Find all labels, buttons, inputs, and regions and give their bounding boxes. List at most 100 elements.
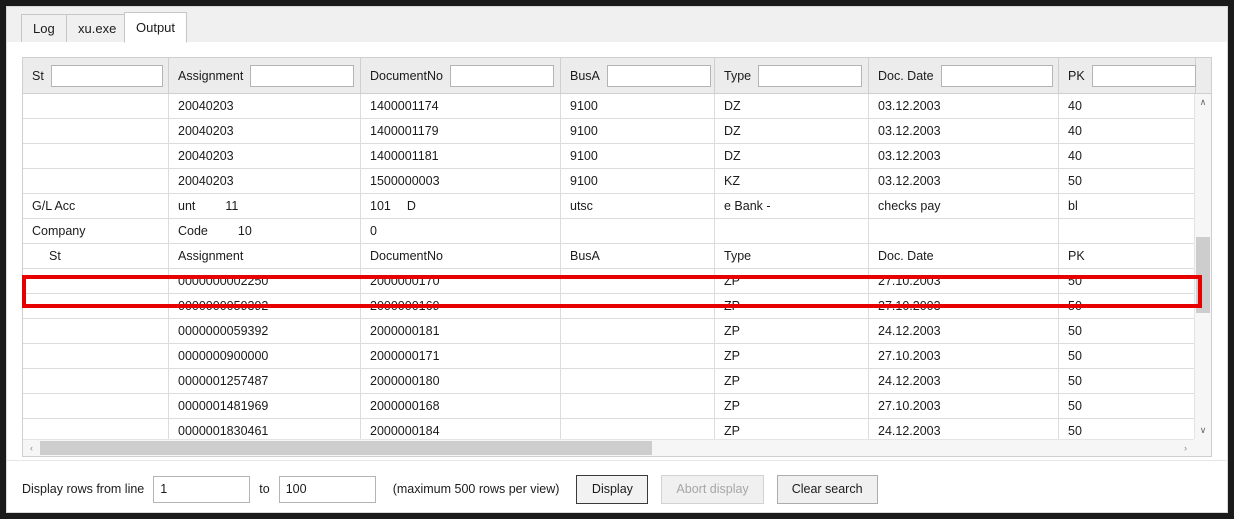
cell-text-assignment: 20040203 [178, 124, 234, 138]
cell-pk: 50 [1059, 169, 1196, 193]
cell-text-type: ZP [724, 349, 740, 363]
table-row[interactable]: 0000001257487 2000000180 ZP 24.12.2003 50 [23, 369, 1211, 394]
cell-text-assignment: 20040203 [178, 149, 234, 163]
cell-text-assignment-extra: 11 [225, 199, 239, 213]
vertical-scroll-thumb[interactable] [1196, 237, 1210, 313]
scroll-right-icon[interactable]: › [1177, 440, 1194, 456]
filter-input-pk[interactable] [1091, 64, 1196, 87]
filter-input-st[interactable] [50, 64, 163, 87]
cell-text-docdate: 03.12.2003 [878, 174, 941, 188]
cell-docdate: 27.10.2003 [869, 294, 1059, 318]
clear-search-button[interactable]: Clear search [776, 474, 878, 504]
cell-type: KZ [715, 169, 869, 193]
table-row[interactable]: 0000000900000 2000000171 ZP 27.10.2003 50 [23, 344, 1211, 369]
filter-input-type[interactable] [758, 64, 863, 87]
cell-docdate: Doc. Date [869, 244, 1059, 268]
grid-filter-row: St Assignment DocumentNo BusA Type Doc. Date P… [23, 58, 1211, 94]
tab-xu-exe[interactable]: xu.exe [66, 14, 129, 43]
cell-type: ZP [715, 294, 869, 318]
cell-busa [561, 369, 715, 393]
filter-input-assignment[interactable] [250, 64, 355, 87]
table-row[interactable]: G/L Acc unt 11 101 Dutsc e Bank - checks pay bl [23, 194, 1211, 219]
table-row[interactable]: 0000000002250 2000000170 ZP 27.10.2003 50 [23, 269, 1211, 294]
scrollbar-corner [1194, 439, 1211, 456]
cell-text-documentno-extra: D [406, 199, 416, 213]
scroll-right-glyph: › [1184, 443, 1187, 453]
cell-pk: 40 [1059, 119, 1196, 143]
cell-docdate: 03.12.2003 [869, 119, 1059, 143]
cell-text-pk: 50 [1068, 299, 1082, 313]
display-button[interactable]: Display [576, 474, 649, 504]
tab-output-label: Output [136, 20, 176, 35]
application-window: Log xu.exe Output St Assignment DocumentNo… [6, 6, 1228, 513]
cell-busa: 9100 [561, 94, 715, 118]
table-row[interactable]: 20040203 1400001179 9100 DZ 03.12.2003 40 [23, 119, 1211, 144]
cell-text-documentno: 1500000003 [370, 174, 440, 188]
cell-st: G/L Acc [23, 194, 169, 218]
cell-text-documentno: 101 [370, 199, 391, 213]
cell-assignment: 0000000059392 [169, 319, 361, 343]
cell-documentno: 1400001174 [361, 94, 561, 118]
cell-pk: 50 [1059, 344, 1196, 368]
cell-type: ZP [715, 369, 869, 393]
cell-assignment: 20040203 [169, 144, 361, 168]
cell-busa [561, 394, 715, 418]
from-line-input[interactable] [153, 475, 251, 503]
cell-type [715, 219, 869, 243]
cell-text-assignment: Code [178, 224, 208, 238]
cell-text-docdate: Doc. Date [878, 249, 934, 263]
filter-input-busa[interactable] [606, 64, 711, 87]
scroll-down-icon[interactable]: ∨ [1195, 422, 1211, 439]
grid-header-row[interactable]: St Assignment DocumentNo BusA Type Doc. Date P… [23, 244, 1211, 269]
cell-docdate: 27.10.2003 [869, 394, 1059, 418]
table-row[interactable]: 20040203 1400001181 9100 DZ 03.12.2003 40 [23, 144, 1211, 169]
table-row[interactable]: Company Code 10 0 [23, 219, 1211, 244]
cell-text-st: Company [32, 224, 86, 238]
cell-text-assignment-extra: 10 [237, 224, 252, 238]
horizontal-scroll-thumb[interactable] [40, 441, 652, 455]
table-row[interactable]: 0000000059392 2000000169 ZP 27.10.2003 50 [23, 294, 1211, 319]
cell-type: ZP [715, 394, 869, 418]
tab-log-label: Log [33, 21, 55, 36]
cell-st [23, 294, 169, 318]
table-row[interactable]: 20040203 1500000003 9100 KZ 03.12.2003 50 [23, 169, 1211, 194]
to-line-input[interactable] [278, 475, 376, 503]
scroll-left-glyph: ‹ [30, 443, 33, 453]
cell-text-assignment: 0000000002250 [178, 274, 269, 288]
cell-text-pk: 40 [1068, 124, 1082, 138]
tab-log[interactable]: Log [21, 14, 67, 43]
table-row[interactable]: 0000001481969 2000000168 ZP 27.10.2003 50 [23, 394, 1211, 419]
cell-text-pk: 50 [1068, 374, 1082, 388]
cell-text-docdate: checks pay [878, 199, 941, 213]
cell-st [23, 394, 169, 418]
cell-text-docdate: 24.12.2003 [878, 424, 941, 438]
cell-text-assignment: 0000000059392 [178, 299, 269, 313]
cell-documentno: 2000000171 [361, 344, 561, 368]
scroll-down-glyph: ∨ [1199, 425, 1207, 435]
cell-documentno: 0 [361, 219, 561, 243]
cell-text-documentno: 2000000170 [370, 274, 440, 288]
cell-text-docdate: 27.10.2003 [878, 399, 941, 413]
cell-busa: 9100 [561, 169, 715, 193]
scroll-up-icon[interactable]: ∧ [1195, 94, 1211, 111]
filter-input-documentno[interactable] [449, 64, 554, 87]
cell-pk: 40 [1059, 94, 1196, 118]
filter-input-docdate[interactable] [940, 64, 1053, 87]
cell-assignment: unt 11 [169, 194, 361, 218]
cell-text-assignment: 0000001257487 [178, 374, 269, 388]
scroll-left-icon[interactable]: ‹ [23, 440, 40, 456]
cell-text-documentno: 2000000168 [370, 399, 440, 413]
table-row[interactable]: 0000000059392 2000000181 ZP 24.12.2003 50 [23, 319, 1211, 344]
cell-type: ZP [715, 319, 869, 343]
vertical-scrollbar[interactable]: ∧ ∨ [1194, 94, 1211, 439]
cell-pk: 50 [1059, 294, 1196, 318]
cell-text-documentno: 0 [370, 224, 377, 238]
cell-type: ZP [715, 269, 869, 293]
horizontal-scrollbar[interactable]: ‹ › [23, 439, 1194, 456]
table-row[interactable]: 20040203 1400001174 9100 DZ 03.12.2003 40 [23, 94, 1211, 119]
cell-text-type: DZ [724, 99, 741, 113]
tab-output[interactable]: Output [124, 12, 188, 43]
cell-docdate: 27.10.2003 [869, 344, 1059, 368]
tab-xu-exe-label: xu.exe [78, 21, 117, 36]
column-header-label-documentno: DocumentNo [370, 68, 443, 83]
